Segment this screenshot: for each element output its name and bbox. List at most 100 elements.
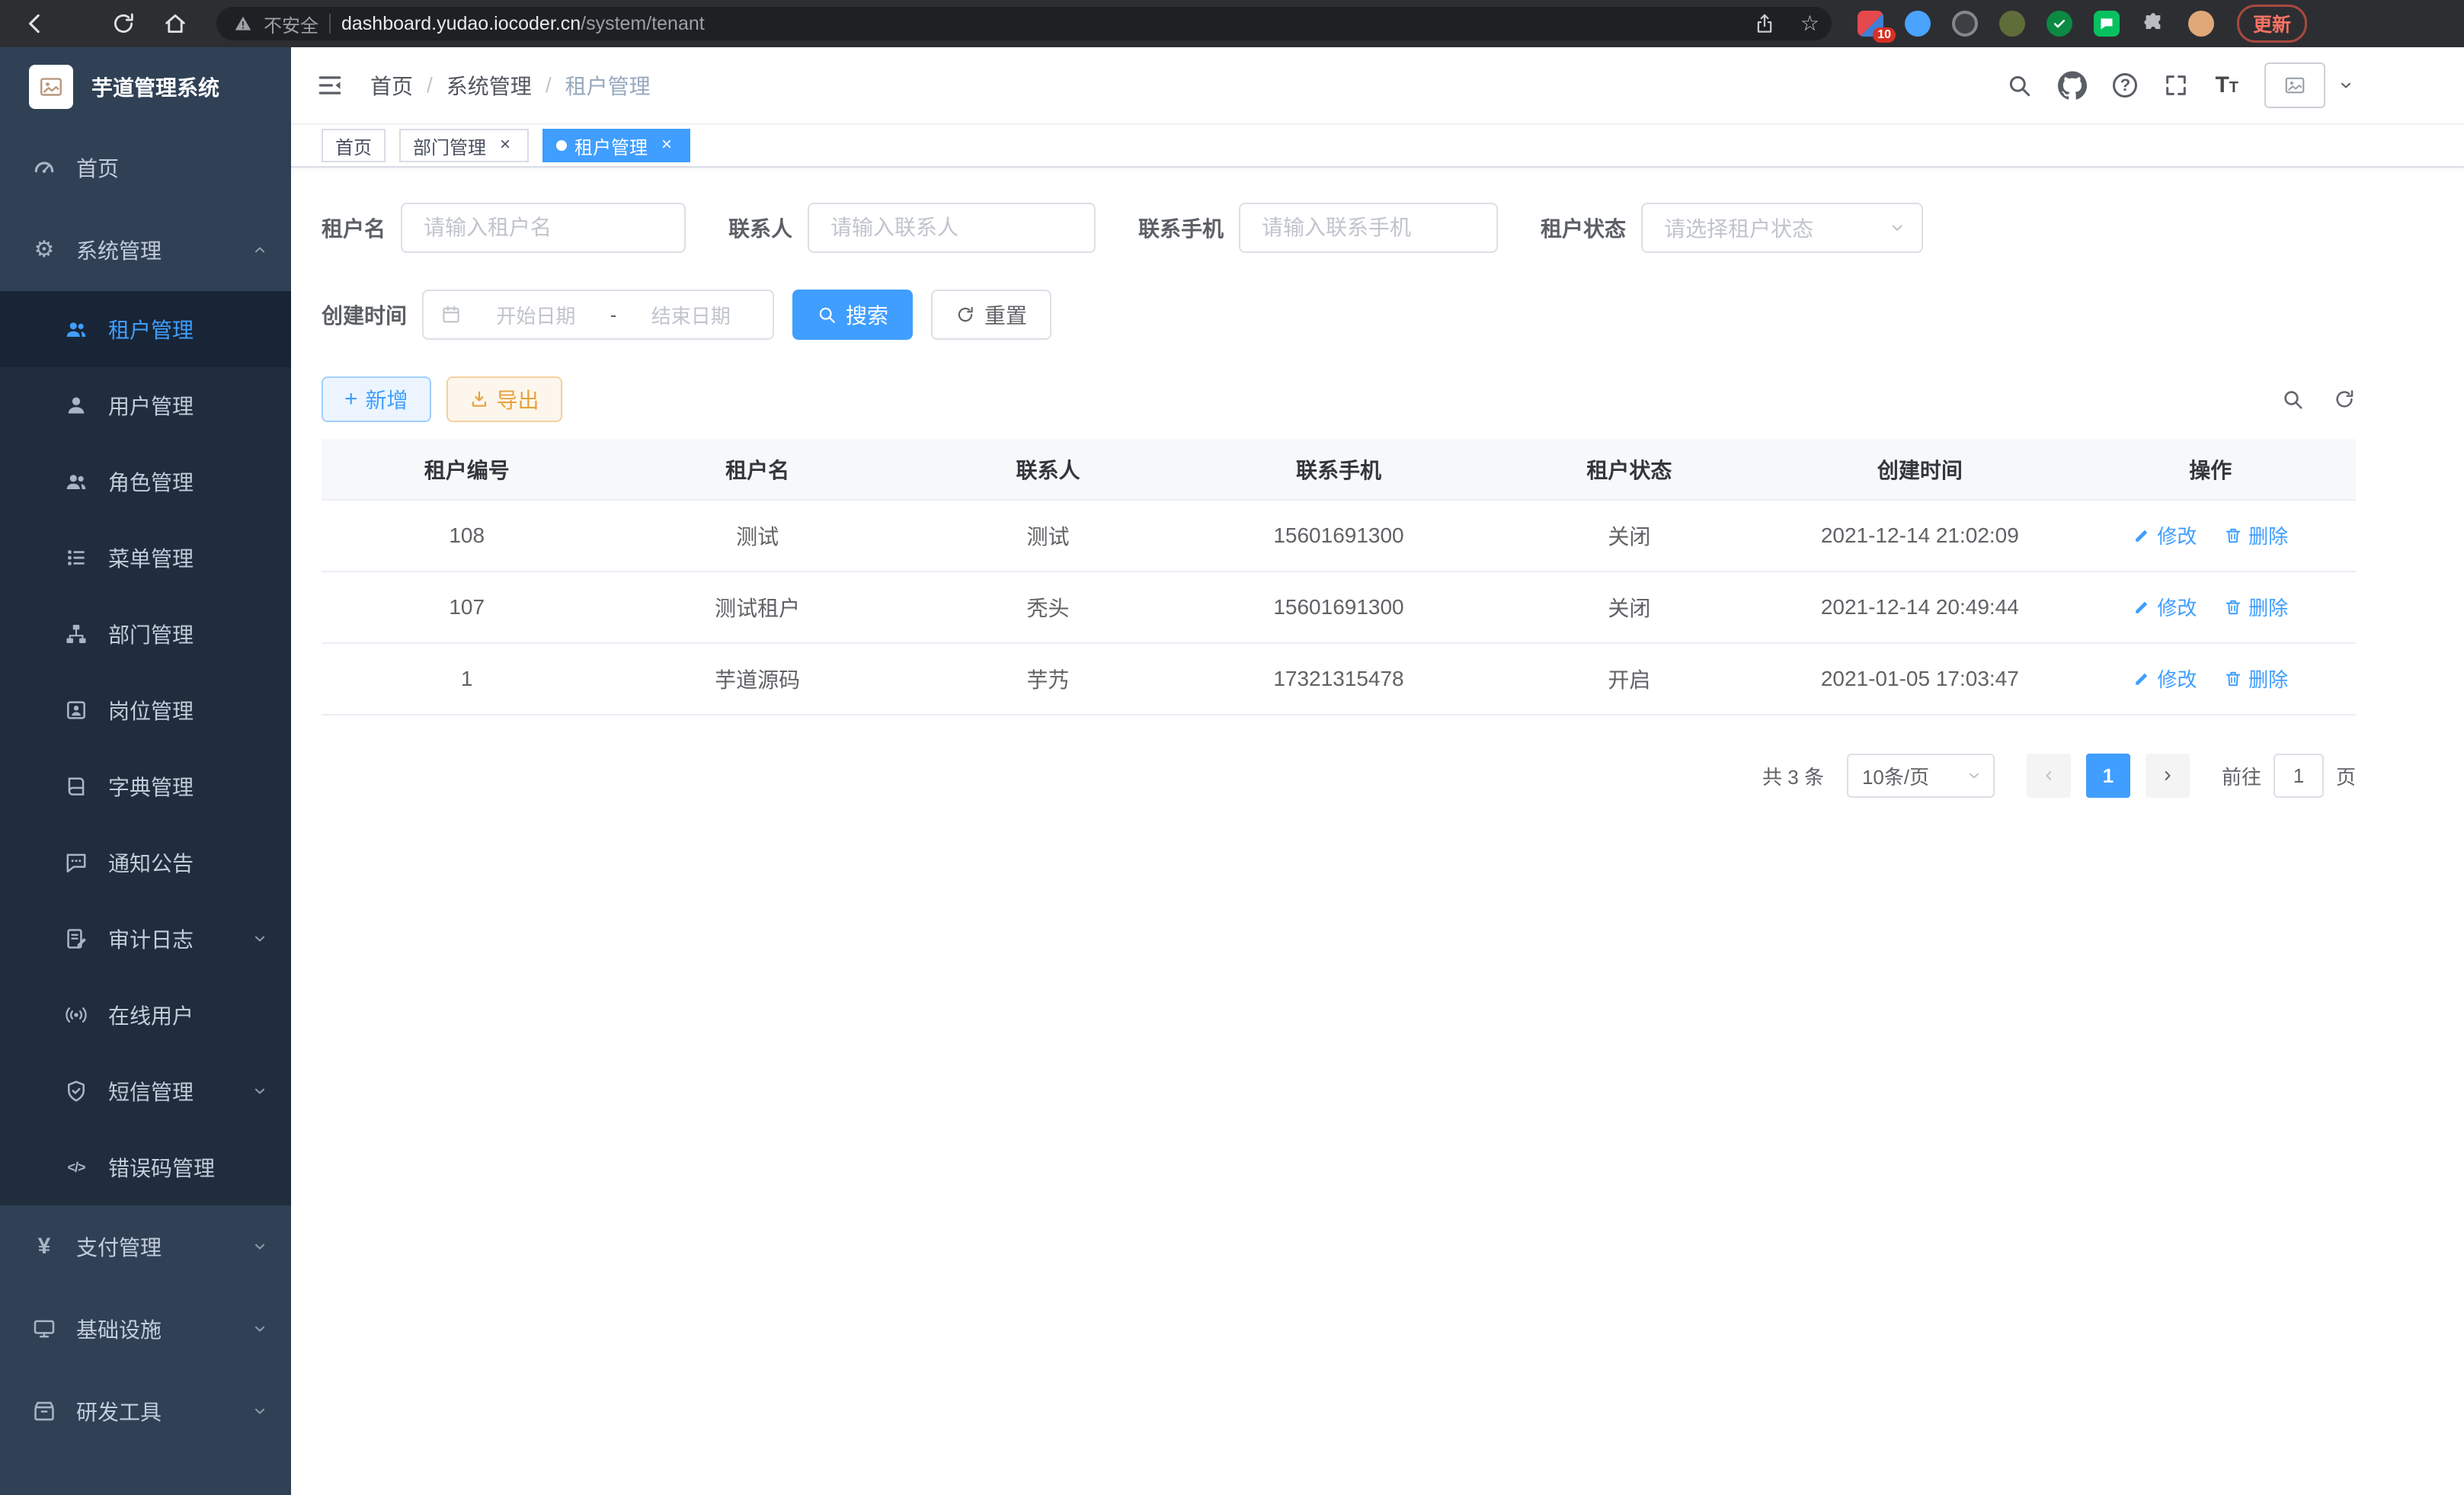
- browser-update-button[interactable]: 更新: [2237, 5, 2307, 43]
- active-tab-dot: [556, 140, 567, 151]
- browser-reload-button[interactable]: [104, 4, 143, 43]
- breadcrumb-system[interactable]: 系统管理: [446, 70, 532, 101]
- close-icon[interactable]: ×: [495, 136, 515, 155]
- sidebar-item-label: 字典管理: [108, 771, 268, 802]
- user-avatar[interactable]: [2264, 62, 2325, 108]
- sidebar-item-sms[interactable]: 短信管理: [0, 1053, 291, 1129]
- delete-link[interactable]: 删除: [2224, 664, 2288, 693]
- page-number-1[interactable]: 1: [2086, 754, 2130, 798]
- chevron-down-icon: [251, 1238, 268, 1255]
- extension-icon-dark[interactable]: [1952, 11, 1978, 37]
- toggle-search-icon[interactable]: [2281, 388, 2304, 411]
- table-body: 108 测试 测试 15601691300 关闭 2021-12-14 21:0…: [322, 500, 2356, 715]
- avatar-dropdown-caret-icon[interactable]: [2338, 77, 2354, 94]
- gear-icon: ⚙: [32, 238, 56, 262]
- font-size-icon[interactable]: TT: [2215, 72, 2238, 98]
- url-text: dashboard.yudao.iocoder.cn/system/tenant: [341, 13, 705, 35]
- create-time-label: 创建时间: [322, 299, 407, 330]
- sidebar-logo-row[interactable]: 芋道管理系统: [0, 47, 291, 126]
- sidebar-item-post[interactable]: 岗位管理: [0, 672, 291, 748]
- tab-label: 首页: [335, 133, 372, 159]
- tab-home[interactable]: 首页: [322, 129, 386, 162]
- share-icon[interactable]: [1753, 12, 1776, 35]
- edit-link[interactable]: 修改: [2133, 593, 2197, 621]
- add-button[interactable]: + 新增: [322, 376, 431, 422]
- help-icon[interactable]: ?: [2113, 73, 2137, 98]
- app-logo: [29, 65, 73, 109]
- sidebar-item-payment[interactable]: ¥ 支付管理: [0, 1205, 291, 1288]
- browser-back-button[interactable]: [15, 4, 55, 43]
- sidebar-item-home[interactable]: 首页: [0, 126, 291, 209]
- sidebar-item-label: 用户管理: [108, 390, 268, 421]
- contact-input[interactable]: [808, 203, 1096, 253]
- menu-list-icon: [64, 546, 88, 570]
- url-host: dashboard.yudao.iocoder.cn: [341, 13, 581, 34]
- profile-avatar-icon[interactable]: [2188, 11, 2214, 37]
- edit-link[interactable]: 修改: [2133, 521, 2197, 549]
- sidebar-item-user[interactable]: 用户管理: [0, 367, 291, 443]
- fullscreen-icon[interactable]: [2163, 72, 2189, 98]
- sidebar-item-audit-log[interactable]: 审计日志: [0, 901, 291, 977]
- extensions-puzzle-icon[interactable]: [2141, 11, 2167, 37]
- sidebar-item-online-users[interactable]: 在线用户: [0, 977, 291, 1053]
- url-bar[interactable]: 不安全 dashboard.yudao.iocoder.cn/system/te…: [216, 7, 1832, 40]
- sidebar-item-label: 系统管理: [76, 235, 251, 265]
- sidebar-item-dev-tools[interactable]: 研发工具: [0, 1370, 291, 1452]
- status-select[interactable]: 请选择租户状态: [1641, 203, 1923, 253]
- close-icon[interactable]: ×: [657, 136, 677, 155]
- user-icon: [64, 393, 88, 418]
- sidebar-item-label: 研发工具: [76, 1396, 251, 1426]
- tenant-name-cell: 芋道源码: [612, 643, 902, 715]
- delete-link[interactable]: 删除: [2224, 521, 2288, 549]
- sidebar-fold-icon[interactable]: [315, 71, 344, 100]
- tab-dept[interactable]: 部门管理 ×: [399, 129, 529, 162]
- trash-icon: [2224, 598, 2242, 616]
- sidebar-item-role[interactable]: 角色管理: [0, 443, 291, 520]
- sidebar-item-tenant[interactable]: 租户管理: [0, 291, 291, 367]
- url-path: /system/tenant: [581, 13, 705, 34]
- dashboard-icon: [32, 155, 56, 180]
- refresh-icon: [955, 305, 975, 325]
- question-mark: ?: [2113, 73, 2137, 98]
- sidebar-item-dict[interactable]: 字典管理: [0, 748, 291, 824]
- goto-page-input[interactable]: [2274, 754, 2324, 798]
- app-window: 芋道管理系统 首页 ⚙ 系统管理 租户管理 用户管理: [0, 47, 2464, 1495]
- tenant-name-input[interactable]: [401, 203, 686, 253]
- search-button[interactable]: 搜索: [792, 290, 913, 340]
- header-search-icon[interactable]: [2006, 72, 2032, 98]
- download-icon: [469, 389, 489, 409]
- page-size-select[interactable]: 10条/页: [1847, 754, 1995, 798]
- chevron-down-icon: [1888, 219, 1906, 237]
- reset-button[interactable]: 重置: [931, 290, 1051, 340]
- next-page-button[interactable]: [2146, 754, 2190, 798]
- sidebar-item-label: 短信管理: [108, 1076, 251, 1106]
- edit-link[interactable]: 修改: [2133, 664, 2197, 693]
- sidebar-item-error-code[interactable]: </> 错误码管理: [0, 1129, 291, 1205]
- prev-page-button[interactable]: [2027, 754, 2071, 798]
- table-toolbar: + 新增 导出: [322, 376, 2356, 422]
- extension-icon-wechat[interactable]: [2094, 11, 2120, 37]
- sidebar-item-infra[interactable]: 基础设施: [0, 1288, 291, 1370]
- sidebar-item-menu[interactable]: 菜单管理: [0, 520, 291, 596]
- sidebar-item-notice[interactable]: 通知公告: [0, 824, 291, 901]
- chevron-left-icon: [2040, 767, 2057, 784]
- breadcrumb-home[interactable]: 首页: [370, 70, 413, 101]
- filter-row-2: 创建时间 开始日期 - 结束日期 搜索 重置: [322, 290, 2464, 340]
- refresh-table-icon[interactable]: [2333, 388, 2356, 411]
- sidebar-item-dept[interactable]: 部门管理: [0, 596, 291, 672]
- delete-link[interactable]: 删除: [2224, 593, 2288, 621]
- extension-icon-green-check[interactable]: [2046, 11, 2072, 37]
- browser-home-button[interactable]: [155, 4, 195, 43]
- phone-input[interactable]: [1239, 203, 1498, 253]
- tab-tenant[interactable]: 租户管理 ×: [542, 129, 690, 162]
- extension-icon-blue[interactable]: [1905, 11, 1931, 37]
- github-icon[interactable]: [2058, 71, 2087, 100]
- extension-icon-olive[interactable]: [1999, 11, 2025, 37]
- export-button[interactable]: 导出: [446, 376, 562, 422]
- column-header-name: 租户名: [612, 439, 902, 500]
- extension-icon-adblock[interactable]: 10: [1858, 11, 1883, 37]
- date-range-picker[interactable]: 开始日期 - 结束日期: [422, 290, 774, 340]
- bookmark-star-icon[interactable]: ☆: [1800, 13, 1819, 34]
- sidebar-item-system[interactable]: ⚙ 系统管理: [0, 209, 291, 291]
- tabs-bar: 首页 部门管理 × 租户管理 ×: [291, 123, 2464, 168]
